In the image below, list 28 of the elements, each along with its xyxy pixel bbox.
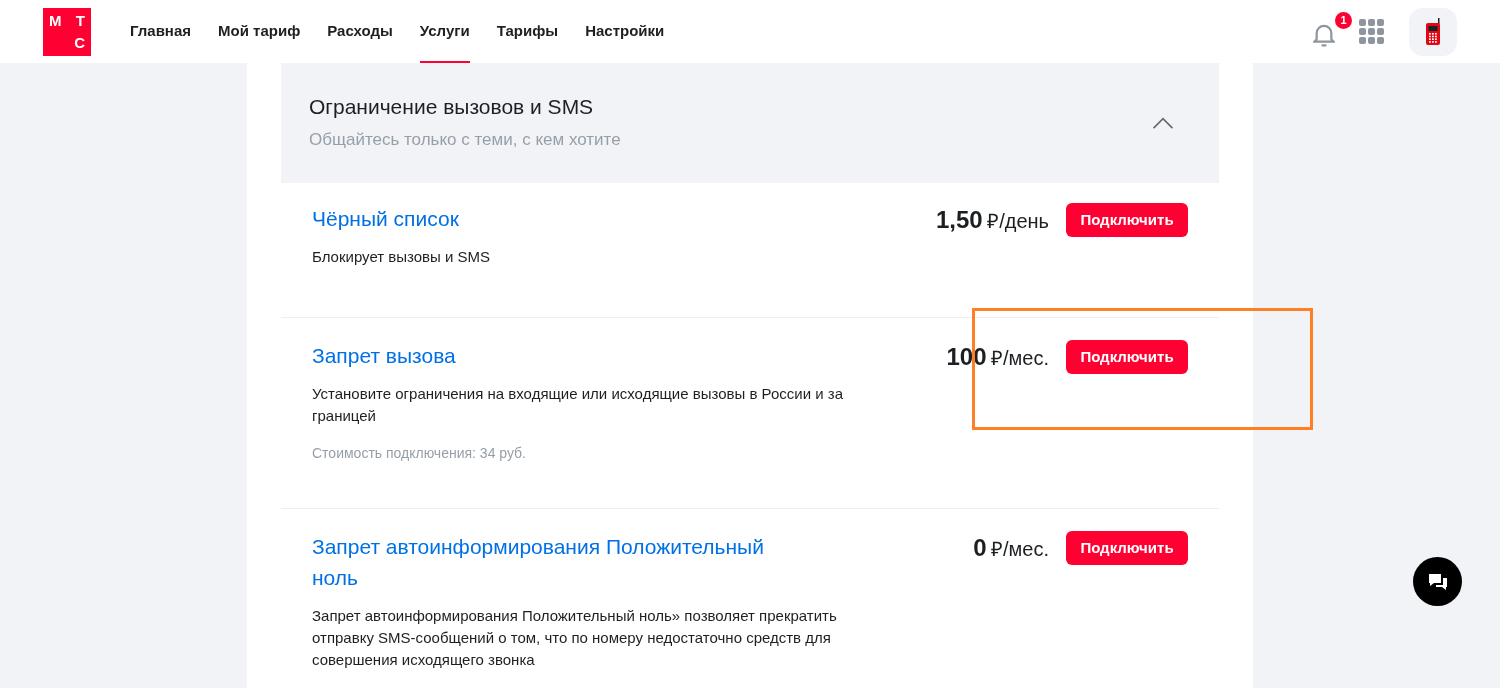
notification-badge: 1 — [1335, 11, 1352, 29]
service-title[interactable]: Чёрный список — [312, 203, 812, 234]
service-title[interactable]: Запрет автоинформирования Положительный ноль — [312, 531, 812, 593]
service-title[interactable]: Запрет вызова — [312, 340, 812, 371]
section-subtitle: Общайтесь только с теми, с кем хотите — [309, 129, 621, 152]
service-description: Установите ограничения на входящие или исходящие вызовы в России и за границей — [312, 384, 844, 426]
nav-tab[interactable]: Расходы — [327, 0, 393, 63]
chevron-up-icon — [1152, 117, 1174, 129]
nav-tab[interactable]: Настройки — [585, 0, 665, 63]
nav-tab[interactable]: Тарифы — [496, 0, 559, 63]
service-description: Блокирует вызовы и SMS — [312, 247, 492, 267]
nav-tab[interactable]: Главная — [130, 0, 191, 63]
service-description: Запрет автоинформирования Положительный ноль» позволяет прекратить отправку SMS-сообщений о том, что по номеру недостаточно средств для совершения исходящего звонка — [312, 606, 838, 670]
service-price: 0 ₽/мес. — [973, 533, 1049, 563]
profile-button[interactable] — [1409, 7, 1457, 56]
connection-cost: Стоимость подключения: 34 руб. — [312, 444, 527, 463]
bell-icon[interactable] — [1313, 22, 1335, 47]
section-title: Ограничение вызовов и SMS — [309, 94, 595, 121]
connect-button[interactable]: Подключить — [1066, 531, 1188, 565]
phone-icon — [1425, 17, 1441, 46]
connect-button[interactable]: Подключить — [1066, 340, 1188, 374]
nav-tab[interactable]: Мой тариф — [218, 0, 301, 63]
apps-grid-icon[interactable] — [1359, 18, 1385, 45]
chat-button[interactable] — [1413, 557, 1462, 606]
accordion-header[interactable]: Ограничение вызовов и SMS Общайтесь только с теми, с кем хотите — [281, 63, 1219, 183]
service-price: 1,50 ₽/день — [936, 205, 1049, 235]
connect-button[interactable]: Подключить — [1066, 203, 1188, 237]
logo[interactable]: М Т С — [43, 7, 91, 56]
